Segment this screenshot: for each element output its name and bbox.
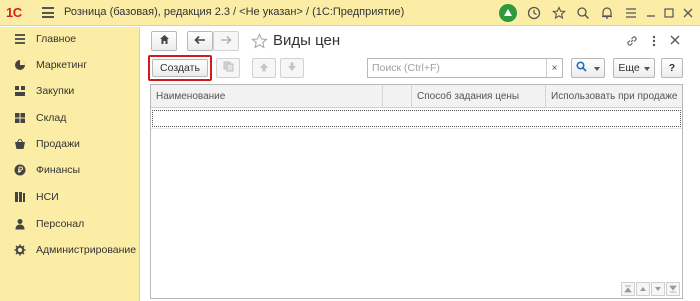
table-row[interactable] [152, 110, 681, 127]
maximize-icon[interactable] [659, 3, 679, 23]
sidebar-item-label: Склад [36, 112, 67, 124]
sidebar-item-label: НСИ [36, 191, 59, 203]
move-down-button[interactable] [280, 58, 304, 78]
sidebar-item-administration[interactable]: Администрирование [0, 239, 140, 261]
create-button-highlight: Создать [148, 55, 212, 81]
purchases-icon [14, 85, 26, 97]
scroll-bottom-icon[interactable] [666, 282, 680, 296]
search-icon[interactable] [573, 3, 593, 23]
column-header-name[interactable]: Наименование [151, 85, 383, 108]
sidebar-item-sales[interactable]: Продажи [0, 133, 140, 155]
back-button[interactable] [187, 31, 213, 51]
minimize-icon[interactable] [641, 3, 661, 23]
main-panel: Виды цен Создать × Е [141, 27, 700, 301]
menu-lines-icon [14, 33, 26, 45]
sidebar-item-main[interactable]: Главное [0, 28, 140, 50]
arrow-right-icon [220, 35, 232, 48]
caret-down-icon [594, 62, 601, 74]
app-logo: 1С [6, 5, 22, 20]
sidebar-item-warehouse[interactable]: Склад [0, 107, 140, 129]
sidebar-item-finance[interactable]: Финансы [0, 159, 140, 181]
page-title: Виды цен [273, 32, 341, 49]
basket-icon [14, 138, 26, 150]
help-button[interactable]: ? [661, 58, 683, 78]
more-vertical-icon[interactable] [649, 34, 659, 48]
favorite-star-icon[interactable] [249, 31, 269, 51]
table-header: Наименование Способ задания цены Использ… [151, 85, 682, 108]
table-nav-buttons [620, 282, 680, 296]
sidebar-item-label: Администрирование [36, 244, 137, 256]
sidebar-item-label: Персонал [36, 218, 85, 230]
search-options-button[interactable] [571, 58, 605, 78]
menu-icon[interactable] [621, 3, 641, 23]
sidebar-item-purchases[interactable]: Закупки [0, 80, 140, 102]
star-icon[interactable] [549, 3, 569, 23]
gear-icon [14, 244, 26, 256]
history-icon[interactable] [524, 3, 544, 23]
sidebar-item-label: Закупки [36, 85, 75, 97]
close-form-icon[interactable] [669, 34, 683, 48]
search-clear-button[interactable]: × [546, 59, 562, 77]
close-icon[interactable] [678, 3, 698, 23]
home-button[interactable] [151, 31, 177, 51]
scroll-top-icon[interactable] [621, 282, 635, 296]
search-field[interactable]: × [367, 58, 563, 78]
sidebar-item-nsi[interactable]: НСИ [0, 186, 140, 208]
notifications-icon[interactable] [498, 3, 518, 23]
search-icon [576, 61, 587, 75]
ruble-icon [14, 164, 26, 176]
sidebar-item-label: Финансы [36, 164, 81, 176]
main-menu-icon[interactable] [42, 7, 54, 18]
arrow-down-icon [287, 62, 297, 75]
scroll-up-icon[interactable] [636, 282, 650, 296]
sidebar-item-personnel[interactable]: Персонал [0, 213, 140, 235]
column-header-blank[interactable] [383, 85, 412, 108]
sidebar: Главное Маркетинг Закупки Склад Продажи … [0, 27, 140, 301]
caret-down-icon [643, 62, 650, 74]
forward-button[interactable] [213, 31, 239, 51]
arrow-left-icon [194, 35, 206, 48]
sidebar-item-marketing[interactable]: Маркетинг [0, 54, 140, 76]
more-label: Еще [618, 62, 640, 74]
books-icon [14, 191, 26, 203]
create-button[interactable]: Создать [152, 59, 208, 77]
title-bar: 1С Розница (базовая), редакция 2.3 / <Не… [0, 0, 700, 26]
home-icon [159, 34, 170, 48]
column-header-price-method[interactable]: Способ задания цены [412, 85, 546, 108]
row-divider [151, 128, 682, 129]
person-icon [14, 218, 26, 230]
link-icon[interactable] [625, 34, 639, 48]
copy-button[interactable] [216, 58, 240, 78]
search-input[interactable] [368, 59, 544, 77]
sidebar-item-label: Маркетинг [36, 59, 88, 71]
column-header-use-in-sales[interactable]: Использовать при продаже [546, 85, 682, 108]
sidebar-item-label: Продажи [36, 138, 80, 150]
pie-chart-icon [14, 59, 26, 71]
bell-icon[interactable] [597, 3, 617, 23]
app-title: Розница (базовая), редакция 2.3 / <Не ук… [64, 6, 405, 18]
warehouse-icon [14, 112, 26, 124]
more-actions-button[interactable]: Еще [613, 58, 655, 78]
move-up-button[interactable] [252, 58, 276, 78]
sidebar-item-label: Главное [36, 33, 77, 45]
price-types-table: Наименование Способ задания цены Использ… [150, 84, 683, 299]
arrow-up-icon [259, 62, 269, 75]
scroll-down-icon[interactable] [651, 282, 665, 296]
copy-icon [223, 61, 234, 75]
